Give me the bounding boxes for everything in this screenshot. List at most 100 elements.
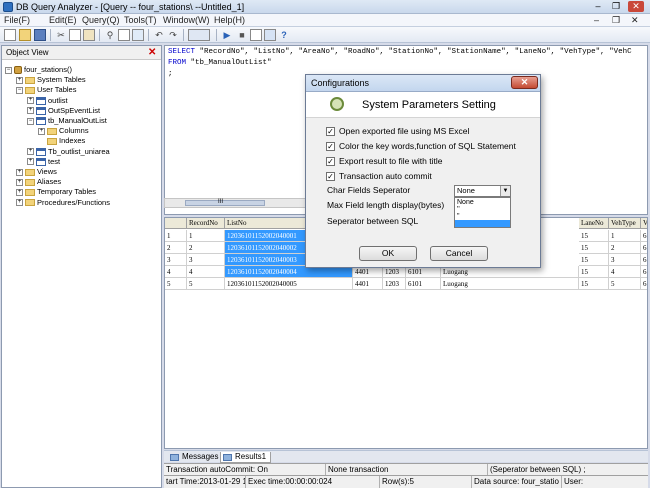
table-cell[interactable]: 5 [609,278,641,290]
tree-node[interactable]: + Aliases [16,177,61,187]
checkbox-icon[interactable]: ✓ [326,127,335,137]
ok-button[interactable]: OK [359,246,417,261]
table-cell[interactable]: 15 [579,266,609,278]
table-cell[interactable]: 2 [609,242,641,254]
option-blank-selected[interactable] [455,220,510,227]
expand-toggle-icon[interactable]: + [27,107,34,115]
inner-close-button[interactable]: ✕ [631,15,639,26]
cut-icon[interactable]: ✂ [55,29,67,41]
stop-icon[interactable]: ■ [236,29,248,41]
checkbox-auto-commit[interactable]: ✓ Transaction auto commit [326,170,432,182]
char-separator-select[interactable]: None ▼ [454,185,511,197]
table-cell[interactable]: 6 [641,230,647,242]
column-header[interactable]: RecordNo [187,218,225,229]
column-header[interactable]: V [641,218,647,229]
table-cell[interactable]: 4 [187,266,225,278]
tree-node[interactable]: + Temporary Tables [16,187,96,197]
expand-toggle-icon[interactable]: − [16,86,23,94]
row-number[interactable]: 4 [165,266,187,278]
dialog-close-button[interactable]: ✕ [511,76,538,89]
chevron-down-icon[interactable]: ▼ [500,186,510,196]
expand-toggle-icon[interactable]: + [16,188,23,196]
scrollbar-thumb[interactable]: III [185,199,265,206]
checkbox-icon[interactable]: ✓ [326,142,335,152]
tree-node[interactable]: + System Tables [16,75,86,85]
tree-node[interactable]: + test [27,157,60,167]
tree-node[interactable]: + Tb_outlist_uniarea [27,147,110,157]
expand-toggle-icon[interactable]: + [27,158,34,166]
table-cell[interactable]: 3 [609,254,641,266]
expand-toggle-icon[interactable]: + [16,168,23,176]
results-mode-icon[interactable] [188,29,210,41]
checkbox-export-title[interactable]: ✓ Export result to file with title [326,155,442,167]
menu-edit[interactable]: Edit(E) [49,15,77,26]
menu-tools[interactable]: Tools(T) [124,15,157,26]
replace-icon[interactable] [118,29,130,41]
minimize-button[interactable]: – [590,1,606,12]
close-icon[interactable]: ✕ [148,47,156,58]
find-icon[interactable]: ⚲ [104,29,116,41]
undo-icon[interactable]: ↶ [153,29,165,41]
tree-node[interactable]: + OutSpEventList [27,106,100,116]
table-cell[interactable]: Luogang [441,278,579,290]
checkbox-icon[interactable]: ✓ [326,172,335,182]
expand-toggle-icon[interactable]: − [5,66,12,74]
table-cell[interactable]: 12036101152002040005 [225,278,353,290]
grid-icon[interactable] [264,29,276,41]
parse-icon[interactable] [250,29,262,41]
menu-help[interactable]: Help(H) [214,15,245,26]
column-header[interactable]: LaneNo [579,218,609,229]
close-button[interactable]: ✕ [628,1,644,12]
tree-node[interactable]: − User Tables [16,85,76,95]
table-cell[interactable]: 6 [641,266,647,278]
checkbox-icon[interactable]: ✓ [326,157,335,167]
menu-window[interactable]: Window(W) [163,15,210,26]
tree-node[interactable]: Indexes [38,136,85,146]
row-number[interactable]: 1 [165,230,187,242]
checkbox-color-keywords[interactable]: ✓ Color the key words,function of SQL Sta… [326,140,516,152]
new-query-icon[interactable] [4,29,16,41]
column-header[interactable]: VehType [609,218,641,229]
tree-node[interactable]: + Procedures/Functions [16,198,110,208]
expand-toggle-icon[interactable]: + [16,199,23,207]
expand-toggle-icon[interactable]: + [27,148,34,156]
table-cell[interactable]: 4 [609,266,641,278]
table-cell[interactable]: 6 [641,254,647,266]
save-icon[interactable] [34,29,46,41]
inner-minimize-button[interactable]: – [594,15,599,26]
restore-button[interactable]: ❐ [608,1,624,12]
copy-icon[interactable] [69,29,81,41]
paste-icon[interactable] [83,29,95,41]
expand-toggle-icon[interactable]: + [27,97,34,105]
row-number[interactable]: 5 [165,278,187,290]
tree-node[interactable]: + Columns [38,126,89,136]
option-single-quotes[interactable]: '' [455,206,510,213]
row-number[interactable]: 2 [165,242,187,254]
option-double-quote[interactable]: " [455,213,510,220]
menu-query[interactable]: Query(Q) [82,15,120,26]
table-cell[interactable]: 2 [187,242,225,254]
expand-toggle-icon[interactable]: + [38,127,45,135]
table-cell[interactable]: 15 [579,230,609,242]
table-cell[interactable]: 1 [187,230,225,242]
help-icon[interactable]: ? [278,29,290,41]
tree-node[interactable]: + outlist [27,96,68,106]
cancel-button[interactable]: Cancel [430,246,488,261]
column-header[interactable] [165,218,187,229]
table-cell[interactable]: 3 [187,254,225,266]
list-icon[interactable] [132,29,144,41]
inner-restore-button[interactable]: ❐ [612,15,620,26]
table-cell[interactable]: 4401 [353,278,383,290]
tree-node[interactable]: + Views [16,167,57,177]
table-cell[interactable]: 6101 [406,278,441,290]
table-cell[interactable]: 6 [641,242,647,254]
table-cell[interactable]: 15 [579,254,609,266]
table-cell[interactable]: 1 [609,230,641,242]
tree-node[interactable]: − tb_ManualOutList [27,116,107,126]
editor-horizontal-scrollbar[interactable]: III [164,198,312,208]
expand-toggle-icon[interactable]: − [27,117,34,125]
checkbox-open-excel[interactable]: ✓ Open exported file using MS Excel [326,125,469,137]
menu-file[interactable]: File(F) [4,15,30,26]
table-cell[interactable]: 15 [579,242,609,254]
open-folder-icon[interactable] [19,29,31,41]
